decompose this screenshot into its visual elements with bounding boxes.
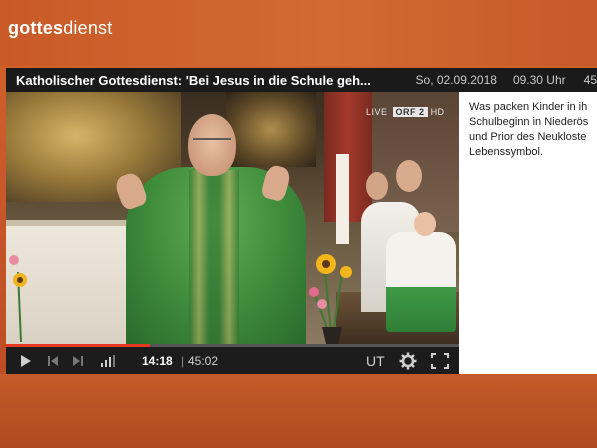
altar-ornament — [226, 92, 316, 167]
video-title[interactable]: Katholischer Gottesdienst: 'Bei Jesus in… — [6, 73, 398, 88]
broadcast-time: 09.30 Uhr — [512, 73, 566, 87]
settings-button[interactable] — [398, 347, 418, 374]
flower-bouquet-left — [9, 255, 27, 343]
priest-glasses — [193, 138, 231, 148]
altar-server-head — [366, 172, 388, 200]
sunflower-bouquet — [309, 254, 352, 344]
video-frame[interactable]: LIVE ORF 2 HD — [6, 92, 459, 344]
description-line: und Prior des Neukloste — [469, 131, 587, 143]
brand-header: gottesdienst — [0, 0, 597, 66]
description-line: Lebenssymbol. — [469, 146, 543, 158]
live-label: LIVE — [366, 107, 388, 117]
live-channel-badge: LIVE ORF 2 HD — [366, 107, 445, 117]
candle — [336, 154, 349, 244]
fullscreen-icon — [431, 352, 449, 369]
brand-logo[interactable]: gottesdienst — [8, 18, 112, 39]
subtitles-button[interactable]: UT — [366, 347, 385, 374]
fullscreen-button[interactable] — [430, 347, 450, 374]
current-time: 14:18 — [142, 353, 173, 368]
play-icon — [21, 354, 31, 367]
next-icon — [72, 355, 83, 366]
broadcast-date: So, 02.09.2018 — [415, 73, 497, 87]
next-button[interactable] — [70, 347, 84, 374]
description-panel: Was packen Kinder in ih Schulbeginn in N… — [459, 92, 597, 374]
time-separator: | — [181, 353, 185, 368]
child-server-head — [414, 212, 436, 236]
channel-logo: ORF 2 — [392, 107, 428, 117]
page-background-strip — [0, 374, 597, 448]
description-text: Was packen Kinder in ih Schulbeginn in N… — [469, 100, 597, 160]
volume-button[interactable] — [100, 347, 116, 374]
video-titlebar: Katholischer Gottesdienst: 'Bei Jesus in… — [6, 68, 597, 92]
total-time: 45:02 — [188, 353, 219, 368]
brand-logo-bold: gottes — [8, 18, 64, 38]
brand-logo-light: dienst — [63, 18, 113, 38]
play-button[interactable] — [18, 347, 34, 374]
previous-icon — [47, 355, 58, 366]
description-line: Schulbeginn in Niederös — [469, 116, 589, 128]
broadcast-duration: 45 — [583, 73, 597, 87]
volume-icon — [101, 354, 115, 367]
altar-server-head — [396, 160, 422, 192]
player-controls: 14:18 | 45:02 UT — [6, 344, 459, 374]
hd-label: HD — [430, 107, 445, 117]
gear-icon — [399, 352, 417, 369]
priest-stole — [189, 170, 239, 344]
altar-cloth-edge — [6, 220, 141, 226]
previous-button[interactable] — [46, 347, 60, 374]
description-line: Was packen Kinder in ih — [469, 101, 588, 113]
child-server — [386, 232, 456, 332]
